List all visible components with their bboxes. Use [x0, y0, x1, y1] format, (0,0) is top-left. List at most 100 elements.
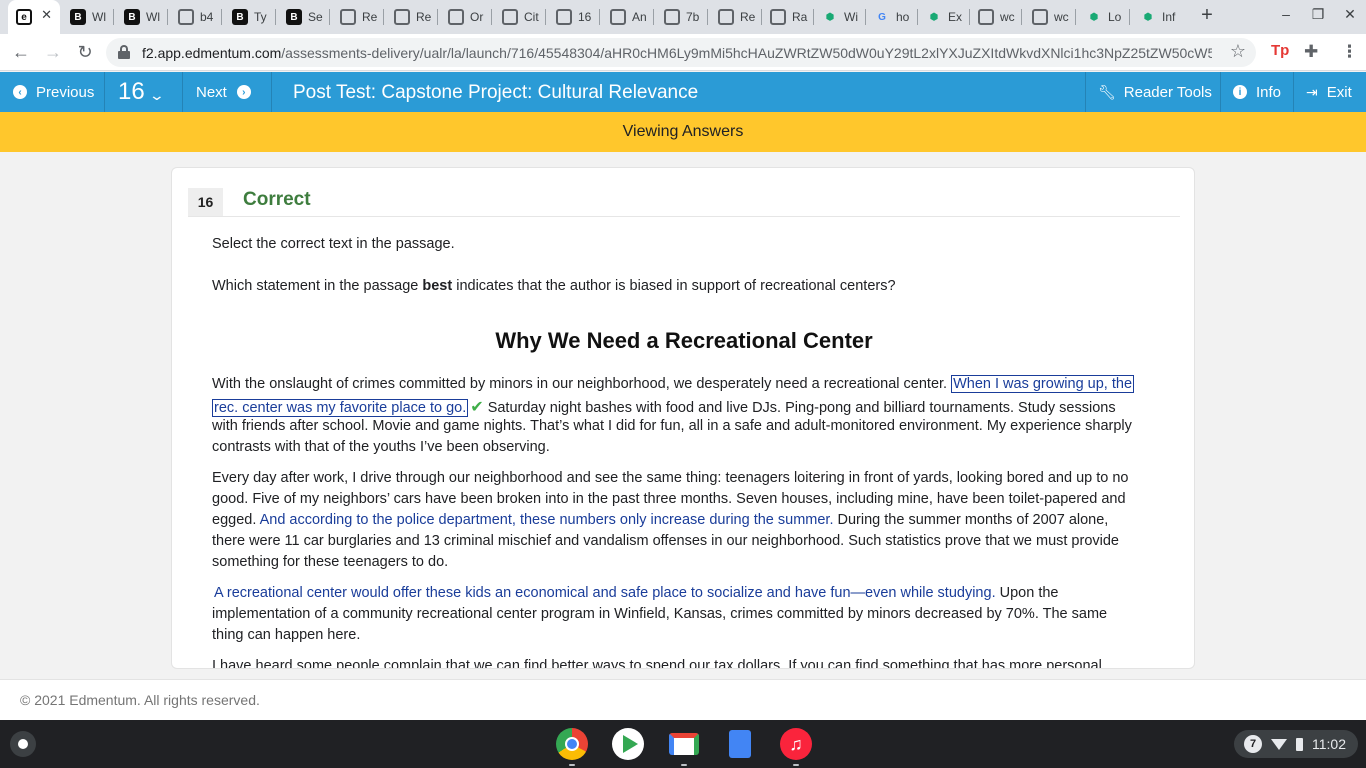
passage-line: something for these teenagers to do.: [212, 554, 449, 570]
browser-tab[interactable]: wc: [970, 4, 1022, 30]
browser-tab[interactable]: Cit: [494, 4, 546, 30]
globe-icon: [978, 9, 994, 25]
hexagon-icon: ⬢: [1089, 11, 1099, 23]
browser-tab[interactable]: An: [602, 4, 654, 30]
globe-icon: [556, 9, 572, 25]
correct-check-icon: ✔: [470, 399, 484, 416]
globe-icon: [394, 9, 410, 25]
browser-toolbar: ← → ↻ f2.app.edmentum.com/assessments-de…: [0, 34, 1366, 71]
play-store-icon[interactable]: [612, 728, 644, 760]
browser-tab[interactable]: b4: [170, 4, 222, 30]
new-tab-button[interactable]: +: [1196, 5, 1218, 27]
info-icon: i: [1233, 85, 1247, 99]
globe-icon: [718, 9, 734, 25]
passage-line: A recreational center would offer these …: [214, 585, 1059, 601]
browser-tab[interactable]: B Se: [278, 4, 330, 30]
os-shelf: ♫ 7 11:02: [0, 720, 1366, 768]
page-footer: © 2021 Edmentum. All rights reserved.: [0, 679, 1366, 720]
browser-tab[interactable]: Re: [332, 4, 384, 30]
passage-line: contrasts with that of the youths I’ve b…: [212, 439, 550, 455]
browser-tab[interactable]: Re: [710, 4, 762, 30]
browser-tab[interactable]: Gho: [866, 4, 918, 30]
lock-icon: [118, 45, 130, 59]
hexagon-icon: ⬢: [1143, 11, 1153, 23]
globe-icon: [664, 9, 680, 25]
extensions-puzzle-icon[interactable]: ✚: [1304, 42, 1318, 62]
browser-tab[interactable]: B Wl: [62, 4, 114, 30]
battery-icon: [1296, 737, 1303, 751]
url-text[interactable]: f2.app.edmentum.com/assessments-delivery…: [142, 45, 1212, 61]
question-selector[interactable]: 16 ⌄: [118, 72, 165, 112]
restore-icon[interactable]: ❐: [1308, 6, 1328, 23]
browser-tab[interactable]: ⬢ Ex: [918, 4, 970, 30]
reader-tools-button[interactable]: 🔧︎ Reader Tools: [1098, 72, 1212, 112]
browser-tab-strip: e ✕ B Wl B Wl b4 B Ty B Se Re Re Or Cit 16 A…: [0, 0, 1366, 34]
passage-line: rec. center was my favorite place to go.…: [212, 399, 1116, 417]
browser-tab[interactable]: B Wl: [116, 4, 168, 30]
question-prompt: Which statement in the passage best indi…: [212, 278, 896, 294]
browser-tab[interactable]: B Ty: [224, 4, 276, 30]
close-window-icon[interactable]: ✕: [1340, 6, 1360, 23]
browser-tab[interactable]: ⬢ Wi: [814, 4, 866, 30]
back-icon[interactable]: ←: [9, 41, 33, 65]
hexagon-icon: ⬢: [929, 11, 939, 23]
browser-tab-active[interactable]: e ✕: [8, 0, 60, 34]
browser-tab[interactable]: ⬢ Inf: [1132, 4, 1184, 30]
address-bar[interactable]: f2.app.edmentum.com/assessments-delivery…: [106, 38, 1256, 67]
browser-tab[interactable]: Re: [386, 4, 438, 30]
next-arrow-icon: ›: [236, 85, 251, 99]
passage-line: with friends after school. Movie and gam…: [212, 418, 1132, 434]
globe-icon: [770, 9, 786, 25]
question-card: 16 Correct Select the correct text in th…: [171, 167, 1195, 669]
docs-icon[interactable]: [724, 728, 756, 760]
browser-tab[interactable]: ⬢ Lo: [1078, 4, 1130, 30]
previous-button[interactable]: ‹ Previous: [13, 72, 94, 112]
passage-line: Every day after work, I drive through ou…: [212, 470, 1129, 486]
b-icon: B: [286, 9, 302, 25]
b-icon: B: [124, 9, 140, 25]
browser-tab[interactable]: Ra: [762, 4, 814, 30]
tab-close-icon[interactable]: ✕: [41, 7, 52, 23]
passage-line: thing can happen here.: [212, 627, 361, 643]
exit-icon: ⇥: [1306, 83, 1318, 100]
assessment-header: ‹ Previous 16 ⌄ Next › Post Test: Capsto…: [0, 72, 1366, 112]
b-icon: B: [70, 9, 86, 25]
next-button[interactable]: Next ›: [196, 72, 251, 112]
browser-menu-icon[interactable]: ⋮: [1341, 42, 1358, 62]
reload-icon[interactable]: ↻: [73, 41, 97, 65]
selectable-sentence[interactable]: A recreational center would offer these …: [214, 585, 996, 601]
google-icon: G: [878, 11, 886, 23]
browser-tab[interactable]: 16: [548, 4, 600, 30]
minimize-icon[interactable]: –: [1276, 6, 1296, 22]
selected-answer-text[interactable]: rec. center was my favorite place to go.: [212, 399, 469, 417]
answer-status: Correct: [243, 189, 311, 210]
chrome-icon[interactable]: [556, 728, 588, 760]
edmentum-icon: e: [16, 9, 32, 25]
wrench-icon: 🔧︎: [1098, 83, 1116, 100]
selected-answer-text[interactable]: When I was growing up, the: [951, 375, 1135, 393]
passage-title: Why We Need a Recreational Center: [495, 328, 873, 353]
globe-icon: [502, 9, 518, 25]
passage-line: there were 11 car burglaries and 13 crim…: [212, 533, 1119, 549]
extension-tp-icon[interactable]: Tp: [1271, 42, 1289, 59]
selectable-sentence[interactable]: And according to the police department, …: [260, 512, 834, 528]
status-tray[interactable]: 7 11:02: [1234, 730, 1358, 758]
forward-icon[interactable]: →: [41, 41, 65, 65]
gmail-icon[interactable]: [668, 728, 700, 760]
assessment-title: Post Test: Capstone Project: Cultural Re…: [293, 82, 699, 103]
globe-icon: [610, 9, 626, 25]
browser-tab[interactable]: Or: [440, 4, 492, 30]
music-icon[interactable]: ♫: [780, 728, 812, 760]
bookmark-star-icon[interactable]: ☆: [1230, 41, 1246, 62]
browser-tab[interactable]: 7b: [656, 4, 708, 30]
browser-tab[interactable]: wc: [1024, 4, 1076, 30]
exit-button[interactable]: ⇥ Exit: [1306, 72, 1352, 112]
divider: [188, 216, 1180, 217]
info-button[interactable]: i Info: [1233, 72, 1281, 112]
passage-line: implementation of a community recreation…: [212, 606, 1108, 622]
previous-arrow-icon: ‹: [13, 85, 27, 99]
passage-line: good. Five of my neighbors’ cars have be…: [212, 491, 1126, 507]
launcher-icon[interactable]: [10, 731, 36, 757]
passage-line: I have heard some people complain that w…: [212, 658, 1102, 669]
hexagon-icon: ⬢: [825, 11, 835, 23]
